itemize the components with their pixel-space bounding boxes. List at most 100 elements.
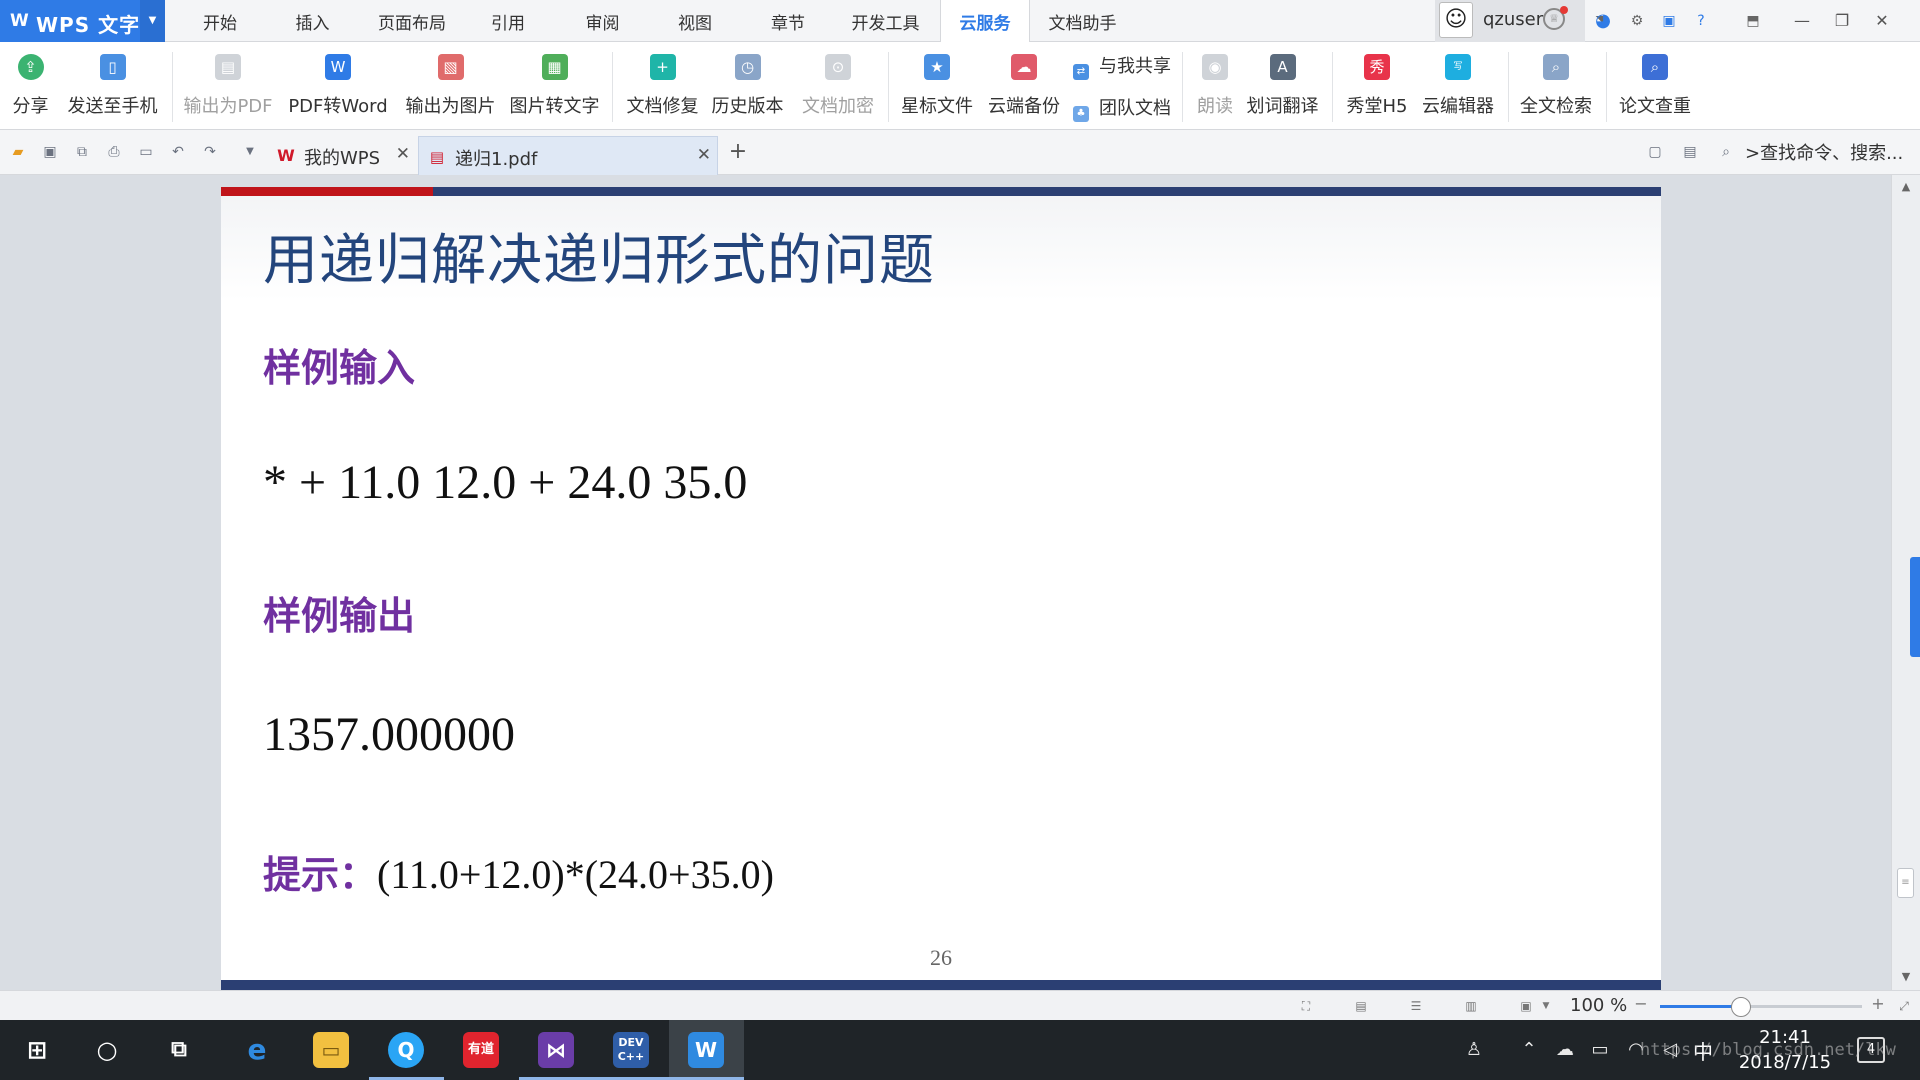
zoom-out-icon[interactable]: −	[1633, 996, 1649, 1012]
paper-check-button[interactable]: ⌕ 论文查重	[1616, 50, 1694, 122]
tab-review[interactable]: 审阅	[560, 0, 645, 42]
save-as-icon[interactable]: ⧉	[72, 142, 92, 162]
edge-icon: e	[247, 1033, 267, 1066]
minimize-button[interactable]: —	[1782, 0, 1822, 42]
doc-encrypt-button[interactable]: ⊙ 文档加密	[798, 50, 878, 122]
feedback-icon[interactable]: ▣	[1658, 10, 1680, 32]
send-to-phone-button[interactable]: ▯ 发送至手机	[65, 50, 160, 122]
tab-chapter[interactable]: 章节	[748, 0, 828, 42]
zoom-level-text[interactable]: 100 %	[1570, 995, 1627, 1016]
cloud-backup-button[interactable]: ☁ 云端备份	[985, 50, 1063, 122]
two-page-view-icon[interactable]: ▥	[1463, 998, 1479, 1014]
side-panel-toggle[interactable]	[1910, 557, 1920, 657]
color-theme-icon[interactable]: ◕	[1592, 10, 1614, 32]
search-icon[interactable]: ⌕	[1716, 142, 1736, 162]
comment-icon[interactable]: ▤	[1680, 142, 1700, 162]
read-aloud-button[interactable]: ◉ 朗读	[1190, 50, 1240, 122]
ribbon-divider	[1606, 52, 1607, 122]
window-mode-icon[interactable]: ▢	[1645, 142, 1665, 162]
xiutang-h5-button[interactable]: 秀 秀堂H5	[1343, 50, 1411, 122]
chevron-down-icon[interactable]: ▼	[140, 0, 165, 42]
continuous-view-icon[interactable]: ☰	[1408, 998, 1424, 1014]
scroll-up-arrow-icon[interactable]: ▲	[1892, 175, 1920, 199]
ribbon-divider	[888, 52, 889, 122]
history-clock-icon: ◷	[734, 54, 761, 80]
help-icon[interactable]: ?	[1690, 10, 1712, 32]
wps-app-menu[interactable]: W WPS 文字 ▼	[0, 0, 165, 42]
save-icon[interactable]: ▣	[40, 142, 60, 162]
view-options-chevron-icon[interactable]: ▼	[1538, 998, 1554, 1014]
tab-cloud-services[interactable]: 云服务	[940, 0, 1030, 43]
team-docs-label: 团队文档	[1099, 98, 1171, 119]
doc-tab-label: 我的WPS	[304, 148, 381, 169]
battery-icon[interactable]: ▭	[1588, 1038, 1612, 1062]
tab-home[interactable]: 开始	[175, 0, 265, 42]
word-translate-button[interactable]: A 划词翻译	[1245, 50, 1320, 122]
image-to-text-button[interactable]: ▦ 图片转文字	[507, 50, 602, 122]
tab-page-layout[interactable]: 页面布局	[362, 0, 462, 42]
restore-button[interactable]: ❐	[1822, 0, 1862, 42]
open-folder-icon[interactable]: ▰	[8, 142, 28, 162]
zoom-slider-thumb[interactable]	[1730, 997, 1751, 1017]
shared-with-me-button[interactable]: ⇄ 与我共享	[1073, 52, 1171, 80]
onedrive-cloud-icon[interactable]: ☁	[1553, 1038, 1577, 1062]
file-explorer-button[interactable]: ▭	[294, 1020, 369, 1080]
slide-accent-bar-navy	[433, 187, 1661, 196]
doc-tab-pdf[interactable]: ▤ 递归1.pdf ✕	[418, 136, 718, 175]
doc-tab-my-wps[interactable]: W 我的WPS ✕	[268, 136, 416, 175]
fulltext-search-button[interactable]: ⌕ 全文检索	[1517, 50, 1595, 122]
close-button[interactable]: ✕	[1862, 0, 1902, 42]
close-tab-icon[interactable]: ✕	[697, 145, 711, 165]
doc-repair-button[interactable]: + 文档修复	[625, 50, 700, 122]
user-account[interactable]: ☺ qzuser ♕	[1435, 0, 1585, 42]
zoom-in-icon[interactable]: +	[1870, 996, 1886, 1012]
close-tab-icon[interactable]: ✕	[396, 144, 410, 164]
print-icon[interactable]: ⎙	[104, 142, 124, 162]
notification-dot	[1560, 6, 1568, 14]
start-button[interactable]: ⊞	[0, 1020, 75, 1080]
tab-references[interactable]: 引用	[468, 0, 548, 42]
tab-view[interactable]: 视图	[655, 0, 735, 42]
dev-cpp-button[interactable]: DEV C++	[594, 1020, 669, 1080]
tab-doc-assistant[interactable]: 文档助手	[1035, 0, 1130, 42]
visual-studio-button[interactable]: ⋈	[519, 1020, 594, 1080]
print-preview-icon[interactable]: ▭	[136, 142, 156, 162]
youdao-button[interactable]: 有道	[444, 1020, 519, 1080]
people-icon[interactable]: ♙	[1462, 1038, 1486, 1062]
scroll-down-arrow-icon[interactable]: ▼	[1892, 965, 1920, 989]
settings-gear-icon[interactable]: ⚙	[1626, 10, 1648, 32]
zoom-slider[interactable]	[1660, 997, 1862, 1017]
history-version-button[interactable]: ◷ 历史版本	[710, 50, 785, 122]
edge-button[interactable]: e	[220, 1020, 295, 1080]
microphone-icon: ◉	[1202, 54, 1228, 80]
redo-icon[interactable]: ↷	[200, 142, 220, 162]
pdf-to-word-icon: W	[325, 54, 351, 80]
scroll-thumb[interactable]: ≡	[1897, 868, 1914, 898]
customize-toolbar-icon[interactable]: ▼	[240, 142, 260, 162]
fit-page-icon[interactable]: ⛶	[1298, 998, 1314, 1014]
pdf-to-word-button[interactable]: W PDF转Word	[288, 50, 388, 122]
cloud-editor-button[interactable]: 写 云编辑器	[1419, 50, 1497, 122]
reading-mode-icon[interactable]: ▣	[1518, 998, 1534, 1014]
wps-button[interactable]: W	[669, 1020, 744, 1080]
show-hidden-icons-chevron-icon[interactable]: ⌃	[1517, 1038, 1541, 1062]
task-view-button[interactable]: ⧉	[142, 1020, 217, 1080]
collapse-ribbon-icon[interactable]: ⬒	[1742, 10, 1764, 32]
share-button[interactable]: ⇪ 分享	[8, 50, 53, 122]
tab-developer-tools[interactable]: 开发工具	[838, 0, 933, 42]
avatar[interactable]: ☺	[1439, 2, 1473, 38]
export-pdf-button[interactable]: ▤ 输出为PDF	[183, 50, 273, 122]
new-tab-plus-icon[interactable]: +	[728, 141, 748, 163]
qq-browser-button[interactable]: Q	[369, 1020, 444, 1080]
single-page-view-icon[interactable]: ▤	[1353, 998, 1369, 1014]
team-docs-button[interactable]: ♣ 团队文档	[1073, 94, 1171, 122]
starred-files-button[interactable]: ★ 星标文件	[898, 50, 976, 122]
cortana-button[interactable]: ○	[70, 1020, 145, 1080]
undo-icon[interactable]: ↶	[168, 142, 188, 162]
quick-access-toolbar: ▰ ▣ ⧉ ⎙ ▭ ↶ ↷ ▼ W 我的WPS ✕ ▤ 递归1.pdf ✕ + …	[0, 130, 1920, 175]
starred-files-label: 星标文件	[901, 96, 973, 117]
search-command-input[interactable]: >查找命令、搜索...	[1745, 139, 1903, 165]
tab-insert[interactable]: 插入	[270, 0, 355, 42]
export-image-button[interactable]: ▧ 输出为图片	[403, 50, 498, 122]
fullscreen-icon[interactable]: ⤢	[1896, 998, 1912, 1014]
